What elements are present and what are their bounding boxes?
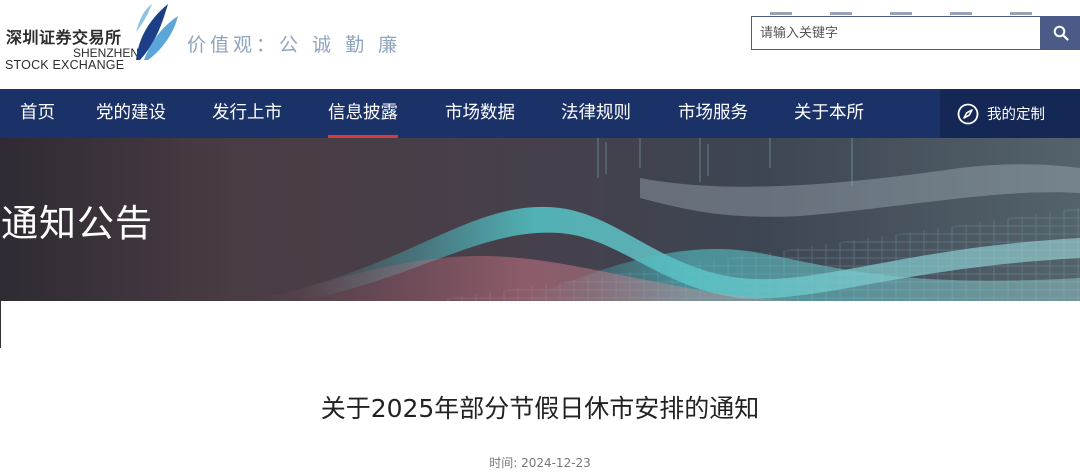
article-title: 关于2025年部分节假日休市安排的通知	[320, 394, 760, 423]
szse-logo[interactable]: 深圳证券交易所 SHENZHEN STOCK EXCHANGE	[4, 2, 184, 76]
search-icon	[1053, 25, 1069, 41]
main-nav: 首页 党的建设 发行上市 信息披露 市场数据 法律规则 市场服务 关于本所 我的…	[0, 89, 1080, 138]
logo-mark-icon	[136, 4, 178, 60]
date-label: 时间:	[489, 456, 518, 470]
nav-item-about[interactable]: 关于本所	[794, 89, 864, 138]
banner-background-graphic	[250, 138, 1080, 301]
nav-item-home[interactable]: 首页	[20, 89, 55, 138]
page-banner: 通知公告	[0, 138, 1080, 301]
nav-item-market-data[interactable]: 市场数据	[445, 89, 515, 138]
logo-text-cn: 深圳证券交易所	[6, 28, 122, 47]
content-left-divider	[0, 301, 1, 348]
search-button[interactable]	[1041, 16, 1080, 50]
compass-icon	[957, 103, 979, 124]
banner-title: 通知公告	[1, 202, 153, 245]
nav-item-party-building[interactable]: 党的建设	[96, 89, 166, 138]
my-customization-button[interactable]: 我的定制	[940, 89, 1080, 138]
my-customization-label: 我的定制	[987, 107, 1045, 123]
search-input[interactable]	[751, 16, 1041, 50]
nav-item-services[interactable]: 市场服务	[678, 89, 748, 138]
publish-date: 2024-12-23	[521, 456, 591, 470]
values-slogan: 价值观：公 诚 勤 廉	[187, 34, 402, 56]
logo-text-en-line2: STOCK EXCHANGE	[5, 58, 125, 72]
site-header: 深圳证券交易所 SHENZHEN STOCK EXCHANGE 价值观：公 诚 …	[0, 0, 1080, 89]
nav-item-disclosure[interactable]: 信息披露	[328, 89, 398, 138]
nav-item-rules[interactable]: 法律规则	[561, 89, 631, 138]
nav-item-listing[interactable]: 发行上市	[212, 89, 282, 138]
article-meta: 时间: 2024-12-23	[0, 454, 1080, 471]
top-strip	[770, 0, 1040, 15]
